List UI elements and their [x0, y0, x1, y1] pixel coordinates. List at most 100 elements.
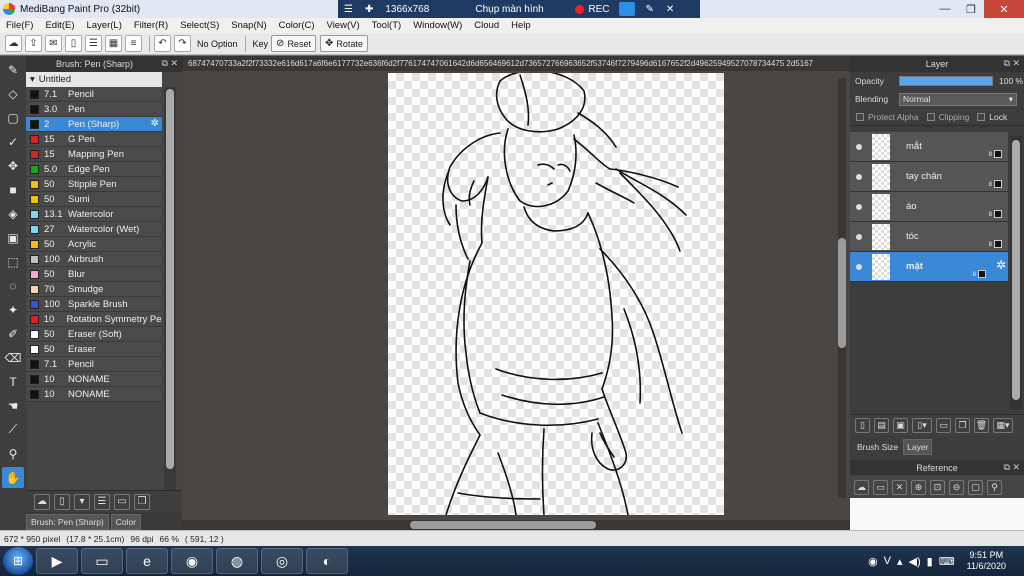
menu-layer[interactable]: Layer(L) — [81, 20, 128, 31]
brush-item[interactable]: 100 Airbrush — [26, 252, 162, 267]
chat-icon[interactable]: ✉ — [45, 35, 62, 52]
rectangle-tool-icon[interactable]: ▢ — [2, 107, 24, 128]
layer-folder-icon[interactable]: ▭ — [936, 418, 951, 433]
brush-item[interactable]: 50 Blur — [26, 267, 162, 282]
duplicate-brush-icon[interactable]: ❐ — [134, 493, 150, 510]
antivirus-icon[interactable]: V — [884, 555, 891, 567]
gear-icon[interactable]: ✲ — [996, 258, 1006, 272]
menu-window[interactable]: Window(W) — [407, 20, 468, 31]
grid-icon[interactable]: ▦ — [105, 35, 122, 52]
scrollbar-thumb[interactable] — [838, 238, 846, 348]
layer-item[interactable]: áo 8 — [850, 192, 1008, 222]
layer-item[interactable]: mắt 8 — [850, 132, 1008, 162]
cloud-reference-icon[interactable]: ☁ — [854, 479, 869, 495]
brush-menu-icon[interactable]: ▾ — [74, 493, 90, 510]
brush-item[interactable]: 50 Eraser (Soft) — [26, 327, 162, 342]
lasso-tool-icon[interactable]: ◌ — [2, 275, 24, 296]
pen-icon[interactable]: ✎ — [639, 0, 659, 18]
layer-item[interactable]: mặt 8 ✲ — [850, 252, 1008, 282]
restore-button[interactable]: ❐ — [958, 0, 984, 18]
menu-color[interactable]: Color(C) — [273, 20, 321, 31]
redo-icon[interactable]: ↷ — [174, 35, 191, 52]
visibility-icon[interactable] — [856, 263, 862, 270]
magic-wand-tool-icon[interactable]: ✦ — [2, 299, 24, 320]
duplicate-layer-icon[interactable]: ❐ — [955, 418, 970, 433]
menu-file[interactable]: File(F) — [0, 20, 39, 31]
operation-tool-icon[interactable]: ☚ — [2, 395, 24, 416]
brush-item[interactable]: 10 NONAME — [26, 372, 162, 387]
tab-brush-size[interactable]: Brush Size — [854, 440, 901, 454]
network-icon[interactable]: ▮ — [927, 555, 933, 568]
zoom-actual-icon[interactable]: ▢ — [968, 479, 983, 495]
new-layer-icon[interactable]: ▯ — [855, 418, 870, 433]
brush-item[interactable]: 5.0 Edge Pen — [26, 162, 162, 177]
divide-tool-icon[interactable]: ⟋ — [2, 419, 24, 440]
zoom-in-icon[interactable]: ⊕ — [911, 479, 926, 495]
list-icon[interactable]: ≡ — [125, 35, 142, 52]
document-icon[interactable]: ☰ — [85, 35, 102, 52]
menu-select[interactable]: Select(S) — [174, 20, 225, 31]
add-layer-menu-icon[interactable]: ▯▾ — [912, 418, 932, 433]
layer-item[interactable]: tay chân 8 — [850, 162, 1008, 192]
media-player-icon[interactable]: ▶ — [36, 548, 78, 574]
brush-tool-icon[interactable]: ✎ — [2, 59, 24, 80]
brush-item[interactable]: 10 Rotation Symmetry Pen — [26, 312, 162, 327]
medibang-taskbar-icon[interactable]: ◐ — [306, 548, 348, 574]
volume-icon[interactable]: ◀) — [909, 555, 921, 568]
brush-item[interactable]: 13.1 Watercolor — [26, 207, 162, 222]
brush-settings-icon[interactable]: ☰ — [94, 493, 110, 510]
protect-alpha-checkbox[interactable]: Protect Alpha — [856, 112, 919, 122]
recorder-capture-label[interactable]: Chụp màn hình — [469, 0, 569, 18]
internet-explorer-icon[interactable]: e — [126, 548, 168, 574]
canvas-vertical-scrollbar[interactable] — [838, 78, 846, 498]
brush-item[interactable]: 15 Mapping Pen — [26, 147, 162, 162]
brush-item[interactable]: 100 Sparkle Brush — [26, 297, 162, 312]
select-pen-tool-icon[interactable]: ✐ — [2, 323, 24, 344]
layer-list-scrollbar[interactable] — [1010, 136, 1022, 410]
cloud-icon[interactable]: ☁ — [5, 35, 22, 52]
clipping-checkbox[interactable]: Clipping — [926, 112, 969, 122]
brush-item[interactable]: 50 Acrylic — [26, 237, 162, 252]
delete-layer-icon[interactable]: 🗑 — [974, 418, 989, 433]
new-halftone-layer-icon[interactable]: ▤ — [874, 418, 889, 433]
minimize-button[interactable]: — — [932, 0, 958, 18]
brush-item[interactable]: 70 Smudge — [26, 282, 162, 297]
reference-view[interactable] — [850, 498, 1024, 530]
open-folder-icon[interactable]: ▭ — [873, 479, 888, 495]
brush-list-scrollbar[interactable] — [164, 87, 176, 497]
language-icon[interactable]: ⌨ — [939, 555, 955, 568]
menu-filter[interactable]: Filter(R) — [128, 20, 174, 31]
recorder-pin-icon[interactable]: ✚ — [359, 0, 379, 18]
drawing-canvas[interactable] — [388, 73, 724, 515]
zoom-out-icon[interactable]: ⊖ — [949, 479, 964, 495]
menu-snap[interactable]: Snap(N) — [225, 20, 272, 31]
brush-item[interactable]: 50 Sumi — [26, 192, 162, 207]
camera-icon[interactable] — [619, 2, 636, 16]
brush-item[interactable]: 50 Stipple Pen — [26, 177, 162, 192]
brush-folder-icon[interactable]: ▭ — [114, 493, 130, 510]
close-reference-icon[interactable]: ✕ — [892, 479, 907, 495]
opacity-slider[interactable] — [899, 76, 993, 86]
reset-button[interactable]: ⊘ Reset — [271, 35, 316, 52]
close-button[interactable]: ✕ — [984, 0, 1024, 18]
menu-help[interactable]: Help — [505, 20, 537, 31]
menu-view[interactable]: View(V) — [321, 20, 366, 31]
tray-app-icon[interactable]: ◉ — [868, 555, 878, 568]
eyedropper-reference-icon[interactable]: ⚲ — [987, 479, 1002, 495]
brush-item[interactable]: 27 Watercolor (Wet) — [26, 222, 162, 237]
add-brush-icon[interactable]: ▯ — [54, 493, 70, 510]
coccoc-icon[interactable]: ◍ — [216, 548, 258, 574]
canvas-horizontal-scrollbar[interactable] — [182, 520, 850, 530]
cloud-brush-icon[interactable]: ☁ — [34, 493, 50, 510]
tab-layer[interactable]: Layer — [903, 439, 933, 455]
text-tool-icon[interactable]: T — [2, 371, 24, 392]
recorder-rec-button[interactable]: REC — [569, 0, 615, 18]
new-8bit-layer-icon[interactable]: ▣ — [893, 418, 908, 433]
new-file-icon[interactable]: ▯ — [65, 35, 82, 52]
brush-item[interactable]: 50 Eraser — [26, 342, 162, 357]
recorder-menu-icon[interactable]: ☰ — [338, 0, 359, 18]
brush-item[interactable]: 7.1 Pencil — [26, 357, 162, 372]
layer-more-icon[interactable]: ▦▾ — [993, 418, 1013, 433]
scrollbar-thumb[interactable] — [1012, 140, 1020, 400]
bucket-tool-icon[interactable]: ◈ — [2, 203, 24, 224]
